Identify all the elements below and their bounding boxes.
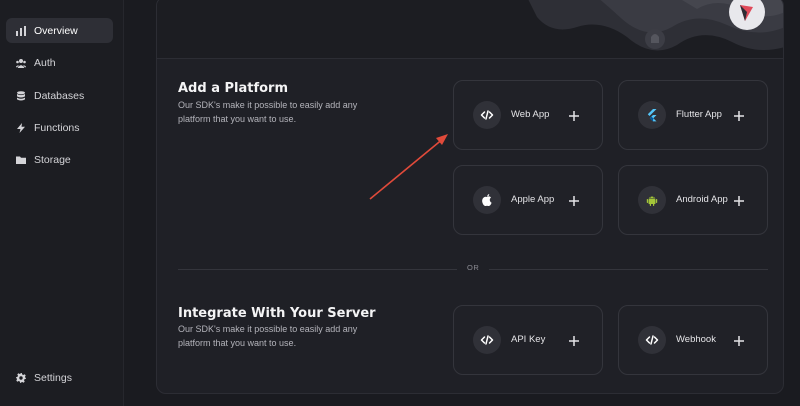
banner-illustration — [528, 0, 783, 51]
card-label: Apple App — [511, 194, 555, 205]
divider-label: OR — [457, 263, 490, 272]
card-label: Webhook — [676, 334, 716, 345]
decorative-banner — [157, 0, 783, 59]
annotation-arrow — [369, 134, 448, 200]
card-label: API Key — [511, 334, 546, 345]
lightning-icon — [16, 122, 26, 133]
apple-app-card[interactable]: Apple App — [453, 165, 603, 235]
sidebar: Overview Auth Databases Functions Storag… — [0, 0, 124, 406]
webhook-card[interactable]: Webhook — [618, 305, 768, 375]
sidebar-item-overview[interactable]: Overview — [6, 18, 113, 43]
sidebar-item-label: Storage — [34, 153, 71, 166]
platform-section-title: Add a Platform — [178, 81, 289, 96]
android-app-card[interactable]: Android App — [618, 165, 768, 235]
plus-icon — [733, 109, 745, 121]
android-icon — [638, 186, 666, 214]
code-icon — [473, 101, 501, 129]
bar-chart-icon — [16, 25, 26, 36]
sidebar-item-label: Databases — [34, 89, 85, 102]
code-icon — [638, 326, 666, 354]
folder-icon — [16, 155, 26, 165]
platform-section-description: Our SDK's make it possible to easily add… — [178, 100, 358, 124]
plus-icon — [568, 334, 580, 346]
plus-icon — [733, 194, 745, 206]
server-section-title: Integrate With Your Server — [178, 306, 376, 321]
sidebar-item-functions[interactable]: Functions — [6, 115, 113, 140]
api-key-card[interactable]: API Key — [453, 305, 603, 375]
plus-icon — [568, 194, 580, 206]
sidebar-item-settings[interactable]: Settings — [6, 365, 113, 390]
card-label: Android App — [676, 194, 728, 205]
users-icon — [16, 58, 26, 68]
card-label: Flutter App — [676, 109, 722, 120]
sidebar-item-databases[interactable]: Databases — [6, 83, 113, 108]
gear-icon — [16, 372, 26, 383]
sidebar-item-storage[interactable]: Storage — [6, 147, 113, 172]
server-section-description: Our SDK's make it possible to easily add… — [178, 324, 358, 348]
sidebar-item-label: Functions — [34, 121, 80, 134]
main-panel: Add a Platform Our SDK's make it possibl… — [156, 0, 784, 394]
sidebar-item-label: Overview — [34, 24, 78, 37]
code-icon — [473, 326, 501, 354]
flutter-icon — [638, 101, 666, 129]
web-app-card[interactable]: Web App — [453, 80, 603, 150]
plus-icon — [568, 109, 580, 121]
sidebar-item-label: Settings — [34, 371, 72, 384]
sidebar-item-auth[interactable]: Auth — [6, 50, 113, 75]
sidebar-item-label: Auth — [34, 56, 56, 69]
flutter-app-card[interactable]: Flutter App — [618, 80, 768, 150]
apple-icon — [473, 186, 501, 214]
plus-icon — [733, 334, 745, 346]
card-label: Web App — [511, 109, 550, 120]
database-icon — [16, 90, 26, 101]
